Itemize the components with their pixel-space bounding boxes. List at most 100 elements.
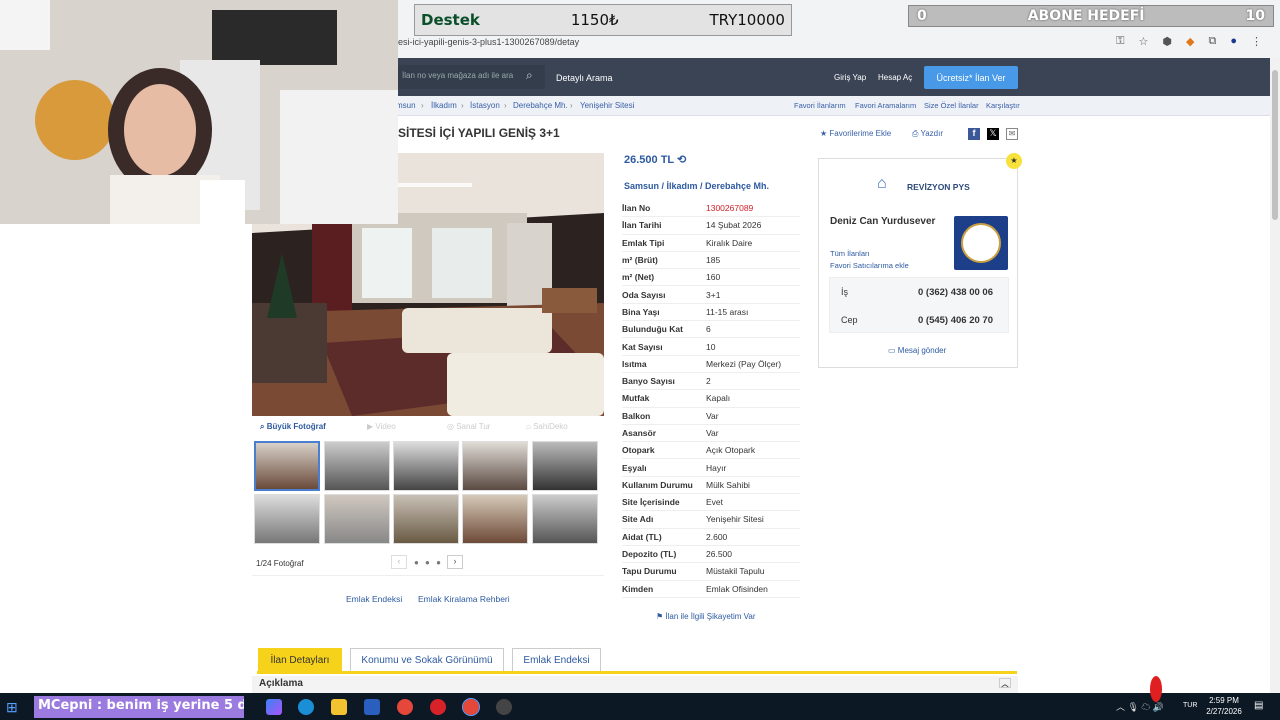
thumbnail[interactable] bbox=[254, 441, 320, 491]
detail-value: Mülk Sahibi bbox=[706, 479, 750, 490]
collapse-icon[interactable]: ︿ bbox=[999, 678, 1011, 688]
breadcrumb-item[interactable]: Yenişehir Sitesi bbox=[580, 101, 634, 110]
breadcrumb-item[interactable]: Derebahçe Mh. bbox=[513, 101, 568, 110]
detail-key: Emlak Tipi bbox=[622, 237, 665, 248]
badge-icon[interactable]: ★ bbox=[1006, 153, 1022, 169]
x-icon[interactable]: 𝕏 bbox=[987, 128, 999, 140]
details-table: İlan No 1300267089 İlan Tarihi 14 Şubat 202… bbox=[622, 200, 800, 598]
profile-icon[interactable]: ● bbox=[1230, 35, 1237, 48]
page-scrollbar[interactable] bbox=[1270, 58, 1280, 693]
thumbnail[interactable] bbox=[462, 441, 528, 491]
rental-guide-link[interactable]: Emlak Kiralama Rehberi bbox=[418, 594, 510, 604]
thumbnail[interactable] bbox=[532, 441, 598, 491]
thumbnail[interactable] bbox=[393, 494, 459, 544]
breadcrumb-item[interactable]: İstasyon bbox=[470, 101, 500, 110]
star-icon[interactable]: ☆ bbox=[1139, 35, 1149, 48]
language-indicator[interactable]: TUR bbox=[1183, 702, 1197, 709]
thumbnail-grid bbox=[254, 441, 602, 547]
detail-row: Banyo Sayısı 2 bbox=[622, 373, 800, 391]
breadcrumb-item[interactable]: İlkadım bbox=[431, 101, 457, 110]
login-link[interactable]: Giriş Yap bbox=[834, 73, 866, 82]
puzzle-icon[interactable]: ⧉ bbox=[1208, 35, 1216, 48]
detail-row: Asansör Var bbox=[622, 425, 800, 443]
clock[interactable]: 2:59 PM 2/27/2026 bbox=[1198, 695, 1250, 717]
extension-icon[interactable]: ⬢ bbox=[1162, 35, 1172, 48]
register-link[interactable]: Hesap Aç bbox=[878, 73, 912, 82]
print-link[interactable]: ⎙ Yazdır bbox=[912, 129, 943, 139]
fav-searches-link[interactable]: Favori Aramalarım bbox=[855, 101, 916, 110]
favorite-add-label: Favorilerime Ekle bbox=[829, 129, 892, 138]
file-explorer-icon[interactable] bbox=[331, 699, 347, 715]
thumbnail[interactable] bbox=[393, 441, 459, 491]
tab-underline bbox=[257, 671, 1017, 674]
copilot-icon[interactable] bbox=[266, 699, 282, 715]
donation-amount: 1150₺ bbox=[570, 11, 619, 29]
big-photo-button[interactable]: ⌕ Büyük Fotoğraf bbox=[260, 422, 326, 432]
special-listings-link[interactable]: Size Özel İlanlar bbox=[924, 101, 979, 110]
detail-row: Otopark Açık Otopark bbox=[622, 442, 800, 460]
detail-key: Eşyalı bbox=[622, 462, 647, 473]
fav-listings-link[interactable]: Favori İlanlarım bbox=[794, 101, 846, 110]
compare-link[interactable]: Karşılaştır bbox=[986, 101, 1020, 110]
detail-row: m² (Brüt) 185 bbox=[622, 252, 800, 270]
edge-icon[interactable] bbox=[298, 699, 314, 715]
search-icon[interactable]: ⌕ bbox=[526, 68, 533, 83]
price: 26.500 TL ⟲ bbox=[624, 153, 686, 166]
clock-time: 2:59 PM bbox=[1209, 696, 1239, 705]
fav-seller-link[interactable]: Favori Satıcılarıma ekle bbox=[830, 261, 909, 270]
key-icon[interactable]: ⚿ bbox=[1116, 35, 1124, 48]
opera-icon[interactable] bbox=[430, 699, 446, 715]
mail-icon[interactable]: ✉ bbox=[1006, 128, 1018, 140]
gallery-footer: 1/24 Fotoğraf ‹ ● ● ● › bbox=[252, 552, 604, 576]
donation-bar: Destek 1150₺ TRY10000 bbox=[414, 4, 792, 36]
next-page-button[interactable]: › bbox=[447, 555, 463, 569]
detail-value: 185 bbox=[706, 255, 721, 266]
detail-key: İlan No bbox=[622, 203, 651, 214]
post-ad-button[interactable]: Ücretsiz* İlan Ver bbox=[924, 66, 1018, 89]
thumbnail[interactable] bbox=[254, 494, 320, 544]
detail-key: İlan Tarihi bbox=[622, 220, 662, 231]
detailed-search-link[interactable]: Detaylı Arama bbox=[556, 73, 613, 83]
detail-value: 26.500 bbox=[706, 549, 732, 560]
obs-icon[interactable] bbox=[496, 699, 512, 715]
store-icon[interactable] bbox=[364, 699, 380, 715]
tab-emlak-index[interactable]: Emlak Endeksi bbox=[512, 648, 601, 672]
detail-key: Kimden bbox=[622, 583, 654, 594]
cell-phone[interactable]: 0 (545) 406 20 70 bbox=[918, 315, 993, 326]
all-ads-link[interactable]: Tüm İlanları bbox=[830, 249, 870, 258]
tray-icons[interactable]: ︿ 🎙 ☁ 🔊 bbox=[1116, 700, 1164, 713]
tab-listing-details[interactable]: İlan Detayları bbox=[258, 648, 342, 672]
metamask-icon[interactable]: ◆ bbox=[1186, 35, 1194, 48]
search-input[interactable]: İlan no veya mağaza adı ile ara bbox=[392, 65, 545, 89]
windows-start-icon[interactable]: ⊞ bbox=[6, 699, 18, 716]
thumbnail[interactable] bbox=[324, 494, 390, 544]
send-message-link[interactable]: ▭ Mesaj gönder bbox=[888, 346, 946, 355]
thumbnail[interactable] bbox=[532, 494, 598, 544]
notification-icon[interactable]: ▤ bbox=[1254, 700, 1263, 711]
chrome-icon[interactable] bbox=[397, 699, 413, 715]
facebook-icon[interactable]: f bbox=[968, 128, 980, 140]
emlak-index-link[interactable]: Emlak Endeksi bbox=[346, 594, 402, 604]
virtual-tour-button: ◎ Sanal Tur bbox=[447, 422, 491, 431]
thumbnail[interactable] bbox=[324, 441, 390, 491]
menu-icon[interactable]: ⋮ bbox=[1251, 35, 1262, 48]
subscriber-current: 0 bbox=[917, 8, 927, 24]
history-icon[interactable]: ⟲ bbox=[677, 154, 686, 166]
favorite-add-link[interactable]: ★ Favorilerime Ekle bbox=[820, 129, 891, 138]
seller-avatar[interactable] bbox=[954, 216, 1008, 270]
tab-location[interactable]: Konumu ve Sokak Görünümü bbox=[350, 648, 504, 672]
detail-row: Isıtma Merkezi (Pay Ölçer) bbox=[622, 356, 800, 373]
location[interactable]: Samsun / İlkadım / Derebahçe Mh. bbox=[624, 181, 769, 191]
complaint-link[interactable]: ⚑ İlan ile İlgili Şikayetim Var bbox=[656, 612, 756, 621]
company-name[interactable]: REVİZYON PYS bbox=[907, 182, 970, 192]
scrollbar-thumb[interactable] bbox=[1272, 70, 1278, 220]
work-phone[interactable]: 0 (362) 438 00 06 bbox=[918, 287, 993, 298]
print-label: Yazdır bbox=[920, 129, 944, 138]
virtual-tour-label: Sanal Tur bbox=[456, 422, 491, 431]
listing-title: SİTESİ İÇİ YAPILI GENİŞ 3+1 bbox=[398, 126, 560, 140]
chrome-active-icon[interactable] bbox=[462, 698, 480, 716]
thumbnail[interactable] bbox=[462, 494, 528, 544]
detail-value: Müstakil Tapulu bbox=[706, 566, 765, 577]
breadcrumb-item[interactable]: msun bbox=[396, 101, 416, 110]
prev-page-button[interactable]: ‹ bbox=[391, 555, 407, 569]
